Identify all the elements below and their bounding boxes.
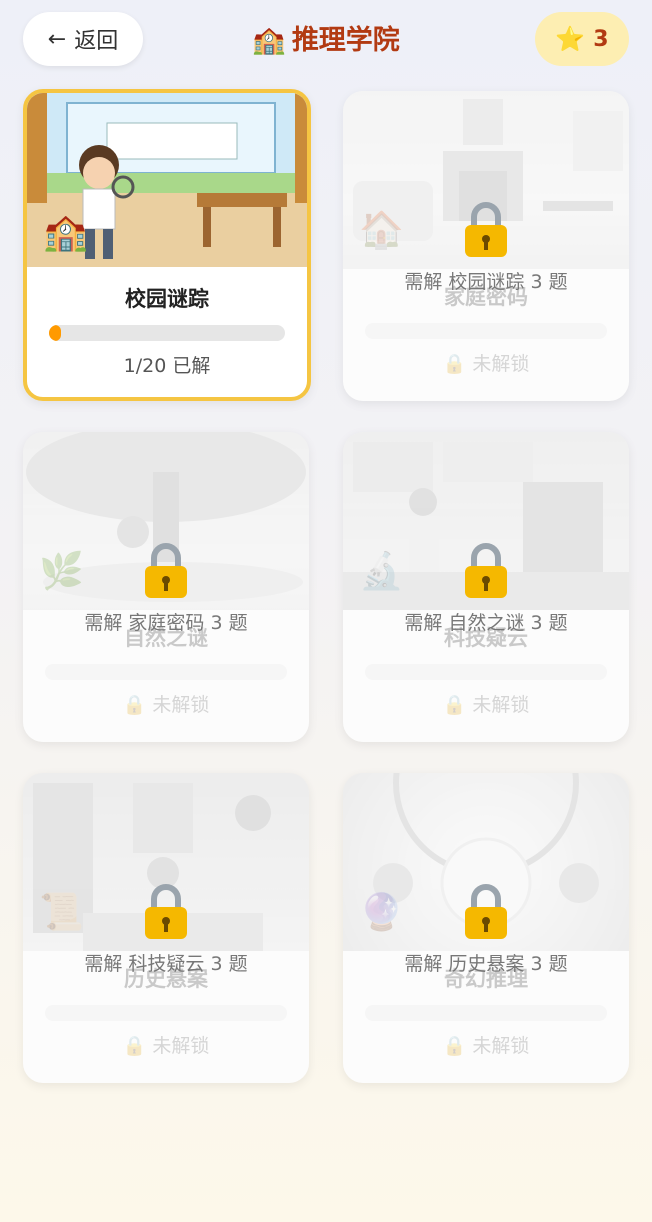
level-card-tech[interactable]: 🔬 科技疑云 🔒 未解锁 需解 自然之谜 3 题 bbox=[343, 432, 629, 742]
progress-bar bbox=[365, 664, 607, 680]
lock-overlay: 需解 科技疑云 3 题 bbox=[23, 883, 309, 976]
level-status: 🔒 未解锁 bbox=[343, 349, 629, 376]
star-icon: ⭐ bbox=[555, 25, 586, 53]
progress-bar bbox=[365, 1005, 607, 1021]
page-title-text: 推理学院 bbox=[291, 25, 400, 56]
level-status: 🔒 未解锁 bbox=[343, 690, 629, 717]
level-status: 🔒 未解锁 bbox=[343, 1031, 629, 1058]
level-status-text: 未解锁 bbox=[472, 694, 530, 716]
level-card-home[interactable]: 🏠 家庭密码 🔒 未解锁 需解 校园谜踪 3 题 bbox=[343, 91, 629, 401]
small-lock-icon: 🔒 bbox=[442, 1035, 467, 1057]
level-card-fantasy[interactable]: 🔮 奇幻推理 🔒 未解锁 需解 历史悬案 3 题 bbox=[343, 773, 629, 1083]
level-card-history[interactable]: 📜 历史悬案 🔒 未解锁 需解 科技疑云 3 题 bbox=[23, 773, 309, 1083]
small-lock-icon: 🔒 bbox=[122, 1035, 147, 1057]
unlock-requirement: 需解 历史悬案 3 题 bbox=[404, 953, 568, 975]
lock-overlay: 需解 历史悬案 3 题 bbox=[343, 883, 629, 976]
level-status-text: 未解锁 bbox=[152, 694, 210, 716]
level-status: 🔒 未解锁 bbox=[23, 1031, 309, 1058]
level-status-text: 未解锁 bbox=[152, 1035, 210, 1057]
level-card-nature[interactable]: 🌿 自然之谜 🔒 未解锁 需解 家庭密码 3 题 bbox=[23, 432, 309, 742]
lock-icon bbox=[465, 202, 507, 257]
progress-bar bbox=[49, 325, 285, 341]
lock-icon bbox=[145, 543, 187, 598]
school-icon: 🏫 bbox=[43, 212, 88, 253]
progress-bar bbox=[365, 323, 607, 339]
progress-bar bbox=[45, 664, 287, 680]
star-count: 3 bbox=[593, 26, 609, 52]
header: ← 返回 🏫 推理学院 ⭐ 3 bbox=[0, 0, 652, 80]
progress-bar bbox=[45, 1005, 287, 1021]
unlock-requirement: 需解 自然之谜 3 题 bbox=[404, 612, 568, 634]
unlock-requirement: 需解 家庭密码 3 题 bbox=[84, 612, 248, 634]
unlock-requirement: 需解 科技疑云 3 题 bbox=[84, 953, 248, 975]
level-card-campus[interactable]: 🏫 校园谜踪 1/20 已解 bbox=[23, 89, 311, 401]
level-status-text: 未解锁 bbox=[472, 353, 530, 375]
level-status: 1/20 已解 bbox=[123, 355, 211, 377]
lock-icon bbox=[465, 543, 507, 598]
school-icon: 🏫 bbox=[252, 25, 286, 56]
level-status: 🔒 未解锁 bbox=[23, 690, 309, 717]
small-lock-icon: 🔒 bbox=[442, 694, 467, 716]
lock-overlay: 需解 自然之谜 3 题 bbox=[343, 542, 629, 635]
small-lock-icon: 🔒 bbox=[122, 694, 147, 716]
small-lock-icon: 🔒 bbox=[442, 353, 467, 375]
lock-icon bbox=[465, 884, 507, 939]
progress-bar-fill bbox=[49, 325, 61, 341]
lock-icon bbox=[145, 884, 187, 939]
star-badge: ⭐ 3 bbox=[535, 12, 629, 66]
unlock-requirement: 需解 校园谜踪 3 题 bbox=[404, 271, 568, 293]
level-name: 校园谜踪 bbox=[125, 287, 209, 311]
lock-overlay: 需解 家庭密码 3 题 bbox=[23, 542, 309, 635]
level-status-text: 未解锁 bbox=[472, 1035, 530, 1057]
lock-overlay: 需解 校园谜踪 3 题 bbox=[343, 201, 629, 294]
